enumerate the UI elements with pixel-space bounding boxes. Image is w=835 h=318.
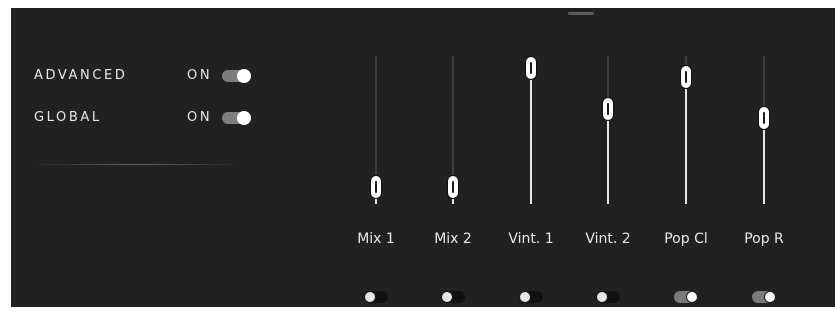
advanced-toggle[interactable] xyxy=(222,69,251,83)
toggle-knob xyxy=(237,69,251,83)
fader-channel: Vint. 1 xyxy=(506,48,556,318)
channel-toggle[interactable] xyxy=(596,291,620,303)
fader-label: Mix 2 xyxy=(434,231,472,247)
channel-toggle[interactable] xyxy=(519,291,543,303)
advanced-label: ADVANCED xyxy=(34,68,128,83)
channel-toggle[interactable] xyxy=(752,291,776,303)
fader-label: Pop Cl xyxy=(664,231,708,247)
fader-label: Vint. 2 xyxy=(585,231,631,247)
toggle-knob xyxy=(686,291,698,303)
channel-toggle[interactable] xyxy=(364,291,388,303)
fader-handle[interactable] xyxy=(602,96,614,121)
channel-toggle[interactable] xyxy=(441,291,465,303)
fader-handle[interactable] xyxy=(447,175,459,200)
toggle-knob xyxy=(764,291,776,303)
fader-handle[interactable] xyxy=(758,105,770,130)
toggle-knob xyxy=(237,111,251,125)
toggle-knob xyxy=(441,291,453,303)
global-toggle-row: GLOBAL ON xyxy=(34,108,264,128)
fader-channel: Mix 2 xyxy=(428,48,478,318)
advanced-state: ON xyxy=(187,68,213,83)
fader-handle[interactable] xyxy=(680,64,692,89)
fader-handle[interactable] xyxy=(370,175,382,200)
fader-channel: Mix 1 xyxy=(351,48,401,318)
fader-fill xyxy=(530,68,532,204)
global-toggle[interactable] xyxy=(222,111,251,125)
fader-fill xyxy=(685,76,687,204)
fader-channel: Vint. 2 xyxy=(583,48,633,318)
toggle-knob xyxy=(596,291,608,303)
toggle-knob xyxy=(364,291,376,303)
global-state: ON xyxy=(187,110,213,125)
fader-label: Vint. 1 xyxy=(508,231,554,247)
fader-handle[interactable] xyxy=(525,56,537,80)
toggle-knob xyxy=(519,291,531,303)
fader-fill xyxy=(763,117,765,204)
fader-fill xyxy=(607,108,609,204)
fader-label: Mix 1 xyxy=(357,231,395,247)
channel-toggle[interactable] xyxy=(674,291,698,303)
fader-channel: Pop Cl xyxy=(661,48,711,318)
section-divider xyxy=(31,164,243,165)
fader-label: Pop R xyxy=(744,231,784,247)
global-label: GLOBAL xyxy=(34,110,102,125)
drag-handle-grip[interactable] xyxy=(568,12,594,15)
advanced-toggle-row: ADVANCED ON xyxy=(34,66,264,86)
fader-channel: Pop R xyxy=(739,48,789,318)
mixer-panel: ADVANCED ON GLOBAL ON Mix 1 Mix 2 Vint. 1 V… xyxy=(11,8,835,307)
